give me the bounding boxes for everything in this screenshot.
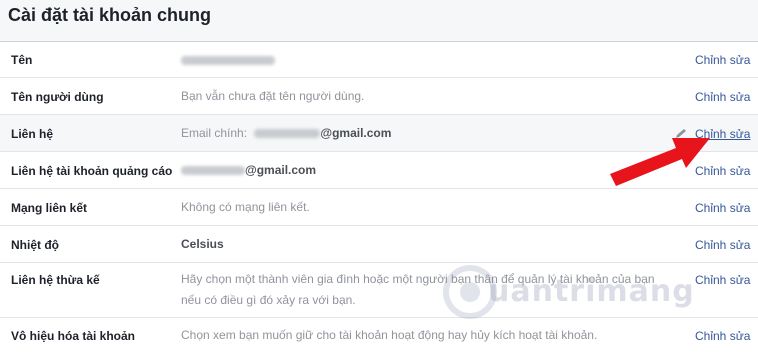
row-value: Celsius <box>181 237 224 251</box>
row-label: Nhiệt độ <box>11 238 59 252</box>
email-prefix: Email chính: <box>181 126 248 140</box>
settings-row-temperature[interactable]: Nhiệt độ Celsius Chỉnh sửa <box>0 226 758 263</box>
settings-row-name[interactable]: Tên Chỉnh sửa <box>0 42 758 78</box>
row-label: Tên <box>11 53 33 67</box>
row-value: Bạn vẫn chưa đặt tên người dùng. <box>181 89 365 103</box>
red-arrow-annotation <box>610 138 710 186</box>
row-label: Mạng liên kết <box>11 201 88 215</box>
edit-link-networks[interactable]: Chỉnh sửa <box>695 201 750 215</box>
row-label: Liên hệ tài khoản quảng cáo <box>11 164 173 178</box>
redacted-email <box>181 166 245 176</box>
redacted-name <box>181 56 275 66</box>
row-label: Liên hệ <box>11 127 54 141</box>
watermark-text: uantrimang <box>488 274 695 309</box>
edit-link-name[interactable]: Chỉnh sửa <box>695 53 750 67</box>
row-label: Tên người dùng <box>11 90 104 104</box>
edit-link-temperature[interactable]: Chỉnh sửa <box>695 238 750 252</box>
edit-link-username[interactable]: Chỉnh sửa <box>695 90 750 104</box>
edit-link-legacy-contact[interactable]: Chỉnh sửa <box>695 273 750 287</box>
row-label: Liên hệ thừa kế <box>11 273 100 287</box>
row-value: Chọn xem bạn muốn giữ cho tài khoản hoạt… <box>181 328 598 342</box>
email-domain: @gmail.com <box>245 163 317 177</box>
row-value-redacted <box>181 50 661 71</box>
row-value: Không có mạng liên kết. <box>181 200 310 214</box>
redacted-email <box>254 129 321 139</box>
row-label: Vô hiệu hóa tài khoản <box>11 329 136 343</box>
settings-row-username[interactable]: Tên người dùng Bạn vẫn chưa đặt tên ngườ… <box>0 78 758 115</box>
page-title: Cài đặt tài khoản chung <box>8 5 212 25</box>
settings-row-networks[interactable]: Mạng liên kết Không có mạng liên kết. Ch… <box>0 189 758 226</box>
row-value: @gmail.com <box>181 160 661 181</box>
row-value: Email chính: @gmail.com <box>181 123 661 144</box>
email-domain: @gmail.com <box>320 126 392 140</box>
edit-link-deactivate[interactable]: Chỉnh sửa <box>695 329 750 343</box>
settings-header: Cài đặt tài khoản chung <box>0 0 758 42</box>
settings-row-deactivate[interactable]: Vô hiệu hóa tài khoản Chọn xem bạn muốn … <box>0 318 758 354</box>
